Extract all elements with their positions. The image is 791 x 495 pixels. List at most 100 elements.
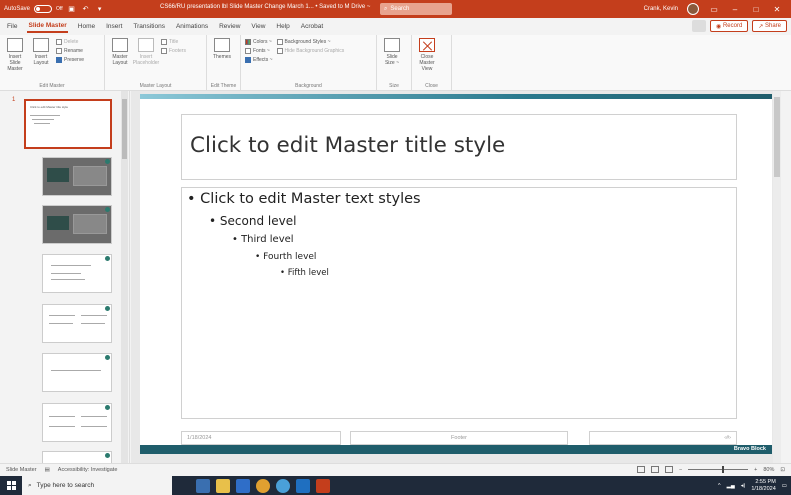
maximize-button[interactable]: □ <box>750 5 762 14</box>
preserve-label: Preserve <box>64 57 85 63</box>
slide-sorter-icon[interactable] <box>650 466 659 473</box>
group-label-edit-master: Edit Master <box>39 83 65 89</box>
undo-icon[interactable]: ↶ <box>81 4 91 14</box>
avatar[interactable] <box>687 3 699 15</box>
task-view-icon[interactable] <box>196 478 210 493</box>
powerpoint-icon[interactable] <box>316 478 330 493</box>
slide[interactable]: Click to edit Master title style • Click… <box>140 94 772 454</box>
user-name[interactable]: Crank, Kevin <box>644 6 678 12</box>
clock-time: 2:55 PM <box>755 478 776 485</box>
fonts-icon <box>245 48 251 54</box>
browser-icon[interactable] <box>276 478 290 493</box>
ribbon-display-icon[interactable]: ▭ <box>708 5 720 14</box>
chrome-icon[interactable] <box>256 478 270 493</box>
thumbnail-layout-7[interactable] <box>42 403 112 442</box>
footers-checkbox[interactable]: Footers <box>161 48 186 54</box>
clock[interactable]: 2:55 PM 1/18/2024 <box>751 479 775 493</box>
date-placeholder[interactable]: 1/18/2024 <box>181 431 341 445</box>
hide-background-checkbox[interactable]: Hide Background Graphics <box>276 48 344 54</box>
checkbox-icon <box>161 39 167 45</box>
themes-label: Themes <box>212 54 232 60</box>
preserve-button[interactable]: Preserve <box>56 57 84 63</box>
thumbnail-layout-2[interactable] <box>42 157 112 196</box>
fonts-label: Fonts ~ <box>253 48 270 54</box>
master-layout-label: Master Layout <box>112 54 128 66</box>
tab-home[interactable]: Home <box>77 21 96 32</box>
tab-view[interactable]: View <box>250 21 266 32</box>
background-styles-dropdown[interactable]: Background Styles ~ <box>276 39 345 45</box>
tab-file[interactable]: File <box>6 21 18 32</box>
tab-acrobat[interactable]: Acrobat <box>300 21 324 32</box>
thumbnail-master-title: Click to edit Master title style <box>30 105 69 109</box>
notifications-icon[interactable]: ▭ <box>782 483 787 489</box>
rename-button[interactable]: Rename <box>56 48 84 54</box>
thumbnail-layout-8[interactable] <box>42 451 112 463</box>
slide-canvas: Click to edit Master title style • Click… <box>131 91 781 463</box>
group-background: Colors ~ Fonts ~ Effects ~ Background St… <box>241 35 377 91</box>
body-placeholder[interactable]: • Click to edit Master text styles • Sec… <box>181 187 737 419</box>
thumbnail-scrollbar[interactable] <box>121 91 128 463</box>
canvas-scrollbar[interactable] <box>773 91 781 463</box>
comments-button[interactable] <box>692 20 707 32</box>
fonts-dropdown[interactable]: Fonts ~ <box>245 48 273 54</box>
zoom-slider-knob[interactable] <box>722 466 725 473</box>
zoom-level[interactable]: 80% <box>763 467 774 473</box>
thumbnail-layout-5[interactable] <box>42 304 112 343</box>
tray-chevron-icon[interactable]: ^ <box>718 483 721 489</box>
zoom-out-icon[interactable]: − <box>679 467 682 473</box>
background-styles-icon <box>276 39 283 45</box>
thumbnail-layout-4[interactable] <box>42 254 112 293</box>
zoom-in-icon[interactable]: + <box>754 467 757 473</box>
network-icon[interactable]: ▂▄ <box>727 483 735 489</box>
tab-help[interactable]: Help <box>275 21 290 32</box>
colors-label: Colors ~ <box>253 39 272 45</box>
edge-icon[interactable] <box>236 478 250 493</box>
thumbnail-master[interactable]: Click to edit Master title style <box>24 99 112 149</box>
thumbnail-layout-3[interactable] <box>42 205 112 244</box>
tab-slide-master[interactable]: Slide Master <box>27 20 68 33</box>
title-bar: AutoSave Off ▣ ↶ ▾ CS66/RU presentation … <box>0 0 791 18</box>
title-placeholder[interactable]: Click to edit Master title style <box>181 114 737 180</box>
language-icon[interactable]: ▤ <box>45 467 50 473</box>
colors-dropdown[interactable]: Colors ~ <box>245 39 273 45</box>
effects-icon <box>245 57 251 63</box>
slide-number-placeholder[interactable]: ‹#› <box>589 431 737 445</box>
delete-button[interactable]: Delete <box>56 39 84 45</box>
taskbar-search[interactable]: ⌕ Type here to search <box>22 476 172 495</box>
title-checkbox[interactable]: Title <box>161 39 186 45</box>
close-button[interactable]: ✕ <box>771 5 783 14</box>
thumbnail-number: 1 <box>12 97 16 103</box>
tab-transitions[interactable]: Transitions <box>132 21 166 32</box>
zoom-slider[interactable] <box>688 466 749 473</box>
effects-dropdown[interactable]: Effects ~ <box>245 57 273 63</box>
file-explorer-icon[interactable] <box>216 478 230 493</box>
canvas-scrollbar-thumb[interactable] <box>774 97 780 177</box>
group-label-edit-theme: Edit Theme <box>210 83 237 89</box>
autosave-toggle[interactable] <box>34 5 53 13</box>
tab-review[interactable]: Review <box>218 21 241 32</box>
clock-date: 1/18/2024 <box>751 485 776 492</box>
volume-icon[interactable]: ◂) <box>741 483 746 489</box>
reading-view-icon[interactable] <box>664 466 673 473</box>
save-icon[interactable]: ▣ <box>67 4 77 14</box>
document-title[interactable]: CS66/RU presentation lbl Slide Master Ch… <box>160 4 370 10</box>
customize-qat-icon[interactable]: ▾ <box>95 4 105 14</box>
minimize-button[interactable]: – <box>729 5 741 14</box>
share-button[interactable]: ↗ Share <box>752 20 787 32</box>
accessibility-status[interactable]: Accessibility: Investigate <box>58 467 118 473</box>
thumbnail-layout-6[interactable] <box>42 353 112 392</box>
checkbox-icon <box>161 48 167 54</box>
layout-icon <box>33 38 49 52</box>
search-input[interactable]: ⌕ Search <box>380 3 452 15</box>
start-button[interactable] <box>0 476 22 495</box>
thumbnail-scrollbar-thumb[interactable] <box>122 99 127 159</box>
outlook-icon[interactable] <box>296 478 310 493</box>
group-size: Slide Size ~ Size <box>377 35 412 91</box>
tab-animations[interactable]: Animations <box>175 21 209 32</box>
fit-to-window-icon[interactable]: ⊡ <box>780 467 785 473</box>
tab-insert[interactable]: Insert <box>105 21 123 32</box>
footer-placeholder[interactable]: Footer <box>350 431 568 445</box>
normal-view-icon[interactable] <box>636 466 645 473</box>
record-button[interactable]: ◉ Record <box>710 20 749 32</box>
text-level-4: • Fourth level <box>255 252 317 262</box>
